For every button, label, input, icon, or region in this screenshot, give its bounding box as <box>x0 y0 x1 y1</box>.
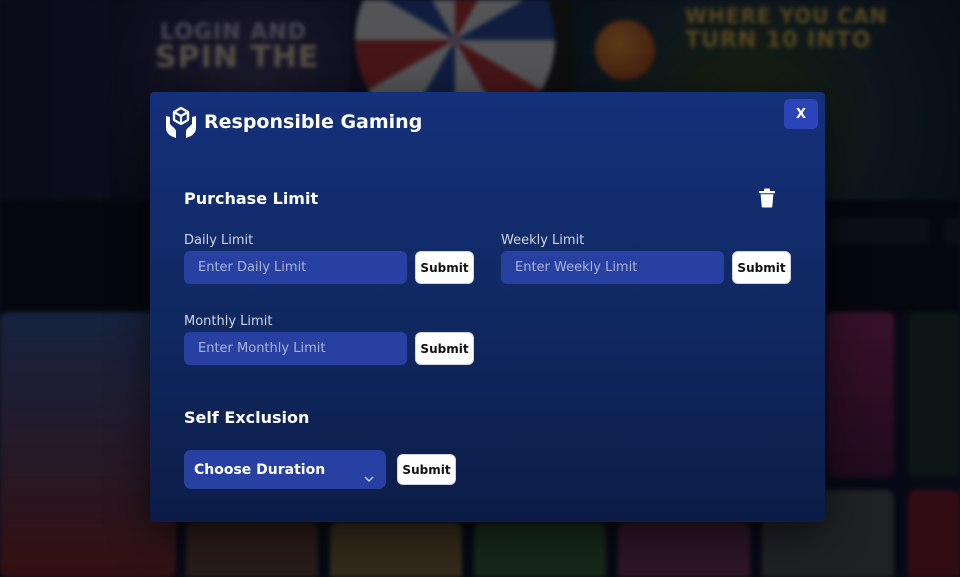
monthly-limit-input[interactable] <box>184 332 407 365</box>
trash-icon[interactable] <box>758 188 776 208</box>
weekly-limit-submit-button[interactable]: Submit <box>732 251 791 284</box>
close-button[interactable]: X <box>784 99 818 129</box>
responsible-gaming-modal: Responsible Gaming X Purchase Limit Dail… <box>150 92 825 522</box>
chevron-down-icon <box>364 467 374 482</box>
modal-title: Responsible Gaming <box>204 111 423 133</box>
daily-limit-label: Daily Limit <box>184 233 254 248</box>
self-exclusion-heading: Self Exclusion <box>184 408 310 427</box>
duration-select[interactable]: Choose Duration <box>184 450 386 489</box>
weekly-limit-input[interactable] <box>501 251 724 284</box>
hands-cube-icon <box>163 104 199 140</box>
modal-header: Responsible Gaming <box>163 104 422 140</box>
purchase-limit-heading: Purchase Limit <box>184 189 319 208</box>
monthly-limit-submit-button[interactable]: Submit <box>415 332 474 365</box>
self-exclusion-submit-button[interactable]: Submit <box>397 454 456 485</box>
daily-limit-submit-button[interactable]: Submit <box>415 251 474 284</box>
weekly-limit-label: Weekly Limit <box>501 233 585 248</box>
duration-select-value: Choose Duration <box>194 461 326 478</box>
daily-limit-input[interactable] <box>184 251 407 284</box>
monthly-limit-label: Monthly Limit <box>184 314 273 329</box>
